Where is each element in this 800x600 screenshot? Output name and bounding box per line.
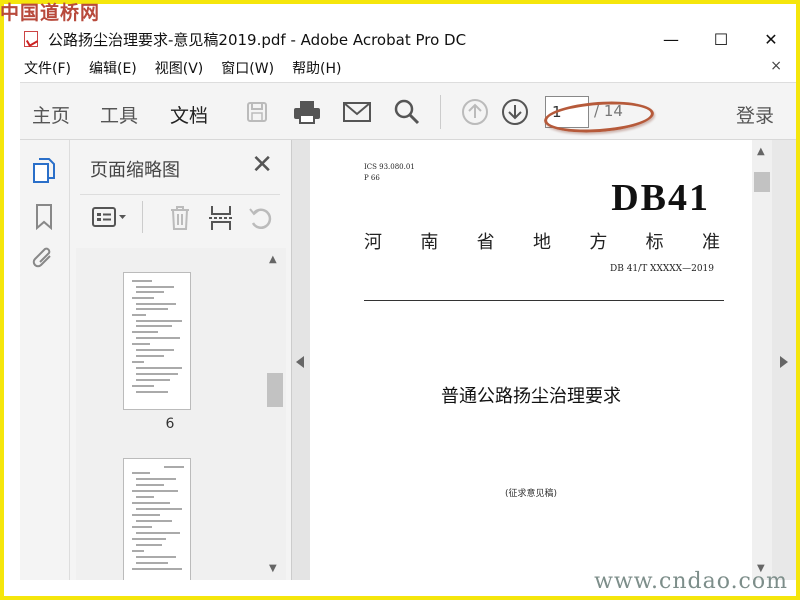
scrollbar-thumb[interactable] bbox=[267, 373, 283, 407]
page-thumbnail[interactable] bbox=[123, 458, 191, 580]
menu-edit[interactable]: 编辑(E) bbox=[89, 58, 137, 78]
attachment-icon[interactable] bbox=[32, 246, 56, 276]
scroll-up-icon[interactable]: ▲ bbox=[269, 254, 277, 265]
menu-bar: 文件(F) 编辑(E) 视图(V) 窗口(W) 帮助(H) × bbox=[4, 56, 796, 80]
menu-window[interactable]: 窗口(W) bbox=[221, 58, 274, 78]
title-bar: 公路扬尘治理要求-意见稿2019.pdf - Adobe Acrobat Pro… bbox=[4, 22, 796, 56]
document-scrollbar[interactable]: ▲ ▼ bbox=[752, 140, 772, 580]
email-icon[interactable] bbox=[342, 97, 372, 127]
tab-tools[interactable]: 工具 bbox=[100, 101, 138, 128]
page-up-icon[interactable] bbox=[460, 97, 490, 127]
panel-separator bbox=[142, 201, 143, 233]
panel-close-button[interactable]: ✕ bbox=[251, 152, 273, 178]
province-standard-heading: 河 南 省 地 方 标 准 bbox=[364, 232, 720, 253]
tab-document[interactable]: 文档 bbox=[170, 101, 209, 147]
right-pane-toggle[interactable] bbox=[772, 140, 796, 580]
collapse-left-icon[interactable] bbox=[296, 356, 304, 368]
document-title: 普通公路扬尘治理要求 bbox=[441, 386, 621, 407]
close-button[interactable]: ✕ bbox=[746, 22, 796, 56]
options-menu-icon[interactable] bbox=[92, 205, 128, 233]
window-title: 公路扬尘治理要求-意见稿2019.pdf - Adobe Acrobat Pro… bbox=[48, 30, 467, 49]
print-icon[interactable] bbox=[292, 97, 322, 127]
menu-view[interactable]: 视图(V) bbox=[155, 58, 204, 78]
watermark-top: 中国道桥网 bbox=[0, 2, 101, 24]
login-button[interactable]: 登录 bbox=[736, 101, 774, 128]
expand-right-icon[interactable] bbox=[780, 356, 788, 368]
toolbar-separator bbox=[440, 95, 441, 129]
thumbnail-scrollbar[interactable]: ▲ ▼ bbox=[264, 248, 286, 580]
window-controls: — ☐ ✕ bbox=[646, 22, 796, 56]
minimize-button[interactable]: — bbox=[646, 22, 696, 56]
standard-number: DB 41/T XXXXX—2019 bbox=[610, 264, 714, 274]
menu-help[interactable]: 帮助(H) bbox=[292, 58, 341, 78]
thumbnail-list: 6 bbox=[76, 248, 264, 580]
save-icon[interactable] bbox=[242, 97, 272, 127]
draft-note: (征求意见稿) bbox=[504, 489, 558, 499]
rotate-page-icon[interactable] bbox=[248, 205, 274, 235]
bookmark-icon[interactable] bbox=[35, 204, 53, 234]
panel-toolbar bbox=[80, 194, 280, 238]
main-toolbar: 主页 工具 文档 1 / 14 登录 bbox=[20, 82, 796, 147]
heading-rule bbox=[364, 300, 724, 301]
ics-code: ICS 93.080.01 P 66 bbox=[364, 163, 415, 182]
panel-title: 页面缩略图 bbox=[90, 160, 180, 181]
delete-page-icon[interactable] bbox=[168, 205, 192, 235]
acrobat-app-icon bbox=[24, 31, 38, 47]
maximize-button[interactable]: ☐ bbox=[696, 22, 746, 56]
watermark-bottom: www.cndao.com bbox=[594, 569, 788, 594]
scroll-down-icon[interactable]: ▼ bbox=[269, 563, 277, 574]
page-thumbnail[interactable] bbox=[123, 272, 191, 410]
navigation-rail bbox=[20, 140, 70, 580]
page-down-icon[interactable] bbox=[500, 97, 530, 127]
left-pane-toggle[interactable] bbox=[292, 140, 310, 580]
doc-scrollbar-thumb[interactable] bbox=[754, 172, 770, 192]
doc-scroll-up-icon[interactable]: ▲ bbox=[757, 146, 765, 157]
search-icon[interactable] bbox=[392, 97, 422, 127]
extract-page-icon[interactable] bbox=[208, 205, 234, 235]
standard-code: DB41 bbox=[611, 177, 710, 219]
acrobat-window: 公路扬尘治理要求-意见稿2019.pdf - Adobe Acrobat Pro… bbox=[4, 4, 796, 596]
thumbnails-panel: 页面缩略图 ✕ 6 ▲ ▼ bbox=[70, 140, 292, 580]
tab-home[interactable]: 主页 bbox=[32, 101, 70, 128]
document-page: ICS 93.080.01 P 66 DB41 河 南 省 地 方 标 准 DB… bbox=[310, 140, 752, 580]
thumbnail-label: 6 bbox=[165, 416, 175, 432]
close-document-button[interactable]: × bbox=[770, 58, 782, 74]
menu-file[interactable]: 文件(F) bbox=[24, 58, 71, 78]
page-thumbnails-icon[interactable] bbox=[32, 158, 56, 188]
